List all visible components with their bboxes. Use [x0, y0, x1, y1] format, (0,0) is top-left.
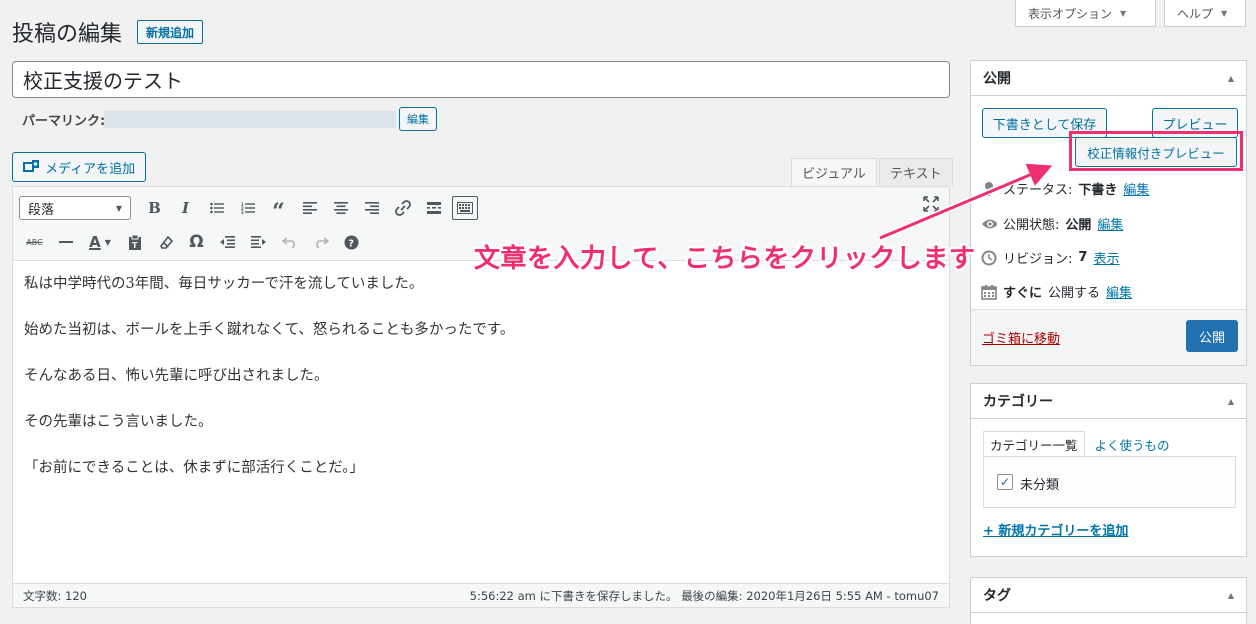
schedule-edit-link[interactable]: 編集	[1106, 282, 1132, 301]
schedule-label: 公開する	[1048, 286, 1101, 301]
revisions-row: リビジョン: 7 表示	[981, 248, 1119, 267]
paragraph: 私は中学時代の3年間、毎日サッカーで汗を流していました。	[24, 276, 424, 292]
link-icon[interactable]	[387, 195, 418, 221]
add-new-button[interactable]: 新規追加	[137, 20, 204, 44]
svg-text:3: 3	[241, 210, 244, 214]
caret-up-icon: ▲	[1227, 73, 1234, 83]
bullet-list-icon[interactable]	[201, 195, 232, 221]
screen-options-label: 表示オプション	[1028, 6, 1113, 21]
tag-panel-title: タグ	[983, 588, 1011, 604]
caret-down-icon: ▼	[1120, 8, 1127, 18]
publish-panel-title: 公開	[983, 71, 1011, 87]
help-icon[interactable]: ?	[336, 229, 367, 255]
visibility-label: 公開状態:	[1003, 218, 1060, 233]
tag-panel-header[interactable]: タグ ▲	[971, 578, 1246, 613]
tab-text[interactable]: テキスト	[879, 158, 953, 186]
read-more-icon[interactable]	[418, 195, 449, 221]
eye-icon	[981, 216, 997, 232]
editor-statusbar: 文字数: 120 5:56:22 am に下書きを保存しました。 最後の編集: …	[13, 583, 949, 607]
annotation-text: 文章を入力して、こちらをクリックします	[474, 244, 976, 274]
permalink-url-blurred	[104, 111, 396, 128]
caret-up-icon: ▲	[1227, 396, 1234, 406]
help-button[interactable]: ヘルプ ▼	[1164, 0, 1246, 27]
numbered-list-icon[interactable]: 123	[232, 195, 263, 221]
publish-panel: 公開 ▲ 下書きとして保存 プレビュー ステータス: 下書き 編集 公開状態: …	[970, 60, 1247, 366]
category-list: ✓ 未分類	[983, 456, 1236, 508]
paragraph: 「お前にできることは、休まずに部活行くことだ。」	[24, 460, 365, 476]
publish-panel-header[interactable]: 公開 ▲	[971, 61, 1246, 96]
horizontal-line-icon[interactable]	[50, 229, 81, 255]
italic-icon[interactable]: I	[170, 195, 201, 221]
autosave-status: 5:56:22 am に下書きを保存しました。 最後の編集: 2020年1月26…	[469, 588, 939, 603]
format-select-value: 段落	[28, 202, 55, 218]
special-character-icon[interactable]: Ω	[181, 229, 212, 255]
format-select[interactable]: 段落 ▼	[19, 196, 131, 220]
indent-icon[interactable]	[243, 229, 274, 255]
visibility-row: 公開状態: 公開 編集	[981, 214, 1123, 233]
editor-content[interactable]: 私は中学時代の3年間、毎日サッカーで汗を流していました。 始めた当初は、ボールを…	[24, 273, 939, 503]
status-edit-link[interactable]: 編集	[1123, 179, 1149, 198]
permalink-label: パーマリンク:	[22, 114, 106, 129]
publish-button[interactable]: 公開	[1186, 320, 1238, 352]
outdent-icon[interactable]	[212, 229, 243, 255]
caret-up-icon: ▲	[1227, 590, 1234, 600]
revisions-label: リビジョン:	[1003, 252, 1073, 267]
paragraph: その先輩はこう言いました。	[24, 414, 213, 430]
status-value: 下書き	[1078, 183, 1118, 198]
paragraph: 始めた当初は、ボールを上手く蹴れなくて、怒られることも多かったです。	[24, 322, 515, 338]
status-label: ステータス:	[1003, 183, 1073, 198]
visibility-edit-link[interactable]: 編集	[1097, 214, 1123, 233]
permalink-edit-button[interactable]: 編集	[399, 107, 437, 131]
category-panel-header[interactable]: カテゴリー ▲	[971, 384, 1246, 419]
category-label: 未分類	[1020, 478, 1060, 493]
proof-preview-button[interactable]: 校正情報付きプレビュー	[1075, 137, 1237, 167]
pin-icon	[981, 181, 997, 197]
tag-panel: タグ ▲	[970, 577, 1247, 624]
blockquote-icon[interactable]: “	[263, 195, 294, 225]
strikethrough-icon[interactable]: ABC	[19, 229, 50, 255]
visibility-value: 公開	[1065, 218, 1092, 233]
add-media-label: メディアを追加	[45, 161, 136, 177]
svg-text:T: T	[132, 241, 138, 250]
caret-down-icon: ▼	[1221, 8, 1228, 18]
tab-all-categories[interactable]: カテゴリー一覧	[983, 431, 1085, 457]
paragraph: そんなある日、怖い先輩に呼び出されました。	[24, 368, 329, 384]
media-icon	[23, 160, 39, 174]
word-count: 文字数: 120	[23, 588, 87, 603]
category-panel: カテゴリー ▲ カテゴリー一覧 よく使うもの ✓ 未分類 + 新規カテゴリーを追…	[970, 383, 1247, 557]
redo-icon[interactable]	[305, 229, 336, 255]
post-title-input[interactable]: 校正支援のテスト	[12, 61, 950, 98]
add-category-link[interactable]: + 新規カテゴリーを追加	[983, 520, 1128, 539]
svg-text:?: ?	[348, 238, 354, 249]
revisions-value: 7	[1078, 250, 1088, 265]
publish-actions: ゴミ箱に移動 公開	[971, 309, 1246, 365]
tab-popular-categories[interactable]: よく使うもの	[1085, 431, 1176, 457]
caret-down-icon: ▼	[115, 203, 122, 213]
move-to-trash-link[interactable]: ゴミ箱に移動	[982, 328, 1060, 347]
screen-options-button[interactable]: 表示オプション ▼	[1015, 0, 1156, 27]
revisions-view-link[interactable]: 表示	[1093, 248, 1119, 267]
help-label: ヘルプ	[1177, 6, 1214, 21]
paste-text-icon[interactable]: T	[119, 229, 150, 255]
status-row: ステータス: 下書き 編集	[981, 179, 1149, 198]
page-title: 投稿の編集	[12, 22, 123, 47]
undo-icon[interactable]	[274, 229, 305, 255]
bold-icon[interactable]: B	[139, 195, 170, 221]
clear-formatting-icon[interactable]	[150, 229, 181, 255]
revisions-icon	[981, 250, 997, 266]
schedule-bold: すぐに	[1003, 286, 1043, 301]
add-media-button[interactable]: メディアを追加	[12, 152, 147, 182]
align-left-icon[interactable]	[294, 195, 325, 221]
toolbar-toggle-icon[interactable]	[452, 196, 478, 220]
align-center-icon[interactable]	[325, 195, 356, 221]
fullscreen-icon[interactable]	[923, 196, 939, 216]
category-checkbox[interactable]: ✓	[997, 474, 1013, 490]
tab-visual[interactable]: ビジュアル	[791, 158, 877, 186]
align-right-icon[interactable]	[356, 195, 387, 221]
text-color-icon[interactable]: A ▼	[81, 229, 119, 255]
schedule-row: すぐに 公開する 編集	[981, 282, 1132, 301]
calendar-icon	[981, 284, 997, 300]
category-panel-title: カテゴリー	[983, 394, 1053, 410]
